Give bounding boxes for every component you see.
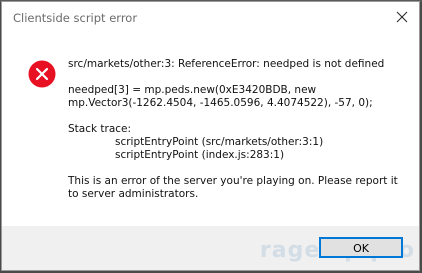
- report-line-2: to server administrators.: [68, 188, 199, 200]
- close-button[interactable]: [391, 6, 413, 28]
- error-message: src/markets/other:3: ReferenceError: nee…: [68, 58, 408, 201]
- code-line-1: needped[3] = mp.peds.new(0xE3420BDB, new: [68, 84, 317, 96]
- dialog-content: src/markets/other:3: ReferenceError: nee…: [2, 36, 419, 226]
- stack-trace-line-1: scriptEntryPoint (src/markets/other:3:1): [115, 136, 324, 148]
- title-bar: Clientside script error: [2, 2, 419, 36]
- code-line-2: mp.Vector3(-1262.4504, -1465.0596, 4.407…: [68, 97, 373, 109]
- ok-button[interactable]: OK: [319, 237, 403, 258]
- stack-trace-line-2: scriptEntryPoint (index.js:283:1): [115, 149, 285, 161]
- button-bar: ragemp.pro OK: [2, 226, 419, 270]
- window-title: Clientside script error: [13, 11, 138, 25]
- error-line: src/markets/other:3: ReferenceError: nee…: [68, 58, 385, 70]
- stack-trace-header: Stack trace:: [68, 123, 132, 135]
- error-icon: [28, 60, 56, 88]
- report-line-1: This is an error of the server you're pl…: [68, 175, 398, 187]
- close-icon: [396, 11, 408, 23]
- error-dialog: Clientside script error src/markets/othe…: [1, 1, 420, 271]
